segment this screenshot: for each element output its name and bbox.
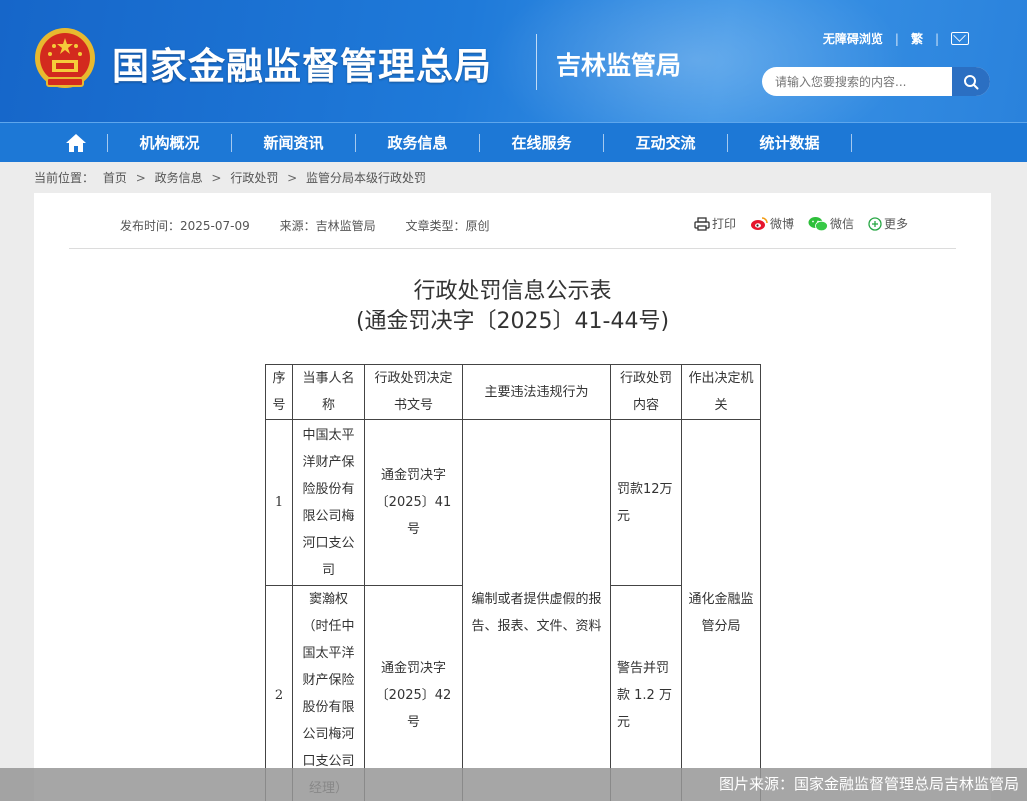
nav-item-online-service[interactable]: 在线服务 bbox=[480, 123, 603, 163]
breadcrumb-penalty[interactable]: 行政处罚 bbox=[230, 171, 278, 185]
main-nav: 机构概况 新闻资讯 政务信息 在线服务 互动交流 统计数据 bbox=[0, 122, 1027, 162]
table-header-cell: 序号 bbox=[265, 364, 293, 420]
traditional-chinese-link[interactable]: 繁 bbox=[911, 30, 923, 47]
doc-subtitle: (通金罚决字〔2025〕41-44号) bbox=[355, 309, 670, 334]
publish-date: 2025-07-09 bbox=[180, 219, 250, 233]
nav-item-about[interactable]: 机构概况 bbox=[108, 123, 231, 163]
header-glow bbox=[487, 0, 907, 122]
article-meta: 发布时间：2025-07-09 来源：吉林监管局 文章类型：原创 bbox=[120, 217, 515, 234]
breadcrumb-prefix: 当前位置： bbox=[34, 171, 95, 185]
weibo-share-button[interactable]: 微博 bbox=[750, 215, 794, 232]
row-index: 1 bbox=[265, 419, 293, 586]
search-button[interactable] bbox=[952, 67, 990, 96]
top-link-separator: | bbox=[934, 31, 939, 46]
publish-info: 发布时间：2025-07-09 bbox=[120, 219, 250, 233]
nav-item-interaction[interactable]: 互动交流 bbox=[604, 123, 727, 163]
breadcrumb: 当前位置： 首页 > 政务信息 > 行政处罚 > 监管分局本级行政处罚 bbox=[34, 169, 431, 186]
table-header-cell: 行政处罚内容 bbox=[610, 364, 682, 420]
title-divider bbox=[536, 34, 537, 90]
decision-authority: 通化金融监管分局 bbox=[681, 419, 761, 801]
home-icon bbox=[66, 134, 86, 152]
table-header-row: 序号 当事人名称 行政处罚决定书文号 主要违法违规行为 行政处罚内容 作出决定机… bbox=[265, 364, 761, 420]
doc-title: 行政处罚信息公示表 bbox=[413, 279, 612, 304]
search-input[interactable] bbox=[762, 67, 952, 96]
meta-bar: 发布时间：2025-07-09 来源：吉林监管局 文章类型：原创 打印 微博 微… bbox=[69, 193, 956, 249]
penalty-content: 罚款12万元 bbox=[610, 419, 682, 586]
printer-icon bbox=[694, 216, 710, 231]
mail-icon[interactable] bbox=[951, 32, 969, 45]
breadcrumb-home[interactable]: 首页 bbox=[103, 171, 127, 185]
search-icon bbox=[964, 74, 979, 89]
wechat-share-button[interactable]: 微信 bbox=[808, 215, 854, 232]
table-header-cell: 主要违法违规行为 bbox=[462, 364, 611, 420]
plus-circle-icon bbox=[868, 216, 882, 231]
nav-item-statistics[interactable]: 统计数据 bbox=[728, 123, 851, 163]
top-links: 无障碍浏览 | 繁 | bbox=[823, 30, 969, 47]
breadcrumb-separator: > bbox=[287, 171, 298, 185]
sub-title: 吉林监管局 bbox=[556, 51, 682, 80]
national-emblem-icon bbox=[35, 28, 95, 88]
source-info: 来源：吉林监管局 bbox=[279, 219, 376, 233]
violation-description: 编制或者提供虚假的报告、报表、文件、资料 bbox=[462, 419, 611, 801]
site-title: 国家金融监督管理总局 bbox=[112, 45, 492, 88]
share-bar: 打印 微博 微信 更多 bbox=[680, 215, 908, 232]
more-share-button[interactable]: 更多 bbox=[868, 215, 908, 232]
party-name: 中国太平洋财产保险股份有限公司梅河口支公司 bbox=[292, 419, 365, 586]
wechat-icon bbox=[808, 216, 828, 231]
breadcrumb-separator: > bbox=[211, 171, 222, 185]
table-row: 1 中国太平洋财产保险股份有限公司梅河口支公司 通金罚决字〔2025〕41号 编… bbox=[265, 419, 761, 801]
nav-item-news[interactable]: 新闻资讯 bbox=[232, 123, 355, 163]
breadcrumb-gov-info[interactable]: 政务信息 bbox=[155, 171, 203, 185]
breadcrumb-current[interactable]: 监管分局本级行政处罚 bbox=[306, 171, 426, 185]
search-box bbox=[762, 67, 990, 96]
table-header-cell: 作出决定机关 bbox=[681, 364, 761, 420]
penalty-table: 序号 当事人名称 行政处罚决定书文号 主要违法违规行为 行政处罚内容 作出决定机… bbox=[265, 364, 761, 801]
decision-doc-number: 通金罚决字〔2025〕41号 bbox=[364, 419, 463, 586]
top-link-separator: | bbox=[894, 31, 899, 46]
nav-item-gov-info[interactable]: 政务信息 bbox=[356, 123, 479, 163]
print-button[interactable]: 打印 bbox=[694, 215, 736, 232]
accessibility-link[interactable]: 无障碍浏览 bbox=[823, 30, 883, 47]
breadcrumb-separator: > bbox=[135, 171, 146, 185]
source-name: 吉林监管局 bbox=[315, 219, 376, 233]
type-info: 文章类型：原创 bbox=[405, 219, 490, 233]
article-type: 原创 bbox=[465, 219, 490, 233]
weibo-icon bbox=[750, 217, 768, 230]
site-header: 国家金融监督管理总局 吉林监管局 无障碍浏览 | 繁 | bbox=[0, 0, 1027, 122]
table-header-cell: 行政处罚决定书文号 bbox=[364, 364, 463, 420]
image-source-caption: 图片来源：国家金融监督管理总局吉林监管局 bbox=[0, 768, 1027, 801]
nav-separator bbox=[851, 134, 852, 152]
table-header-cell: 当事人名称 bbox=[292, 364, 365, 420]
article-content: 发布时间：2025-07-09 来源：吉林监管局 文章类型：原创 打印 微博 微… bbox=[34, 193, 991, 801]
nav-home[interactable] bbox=[45, 123, 107, 163]
